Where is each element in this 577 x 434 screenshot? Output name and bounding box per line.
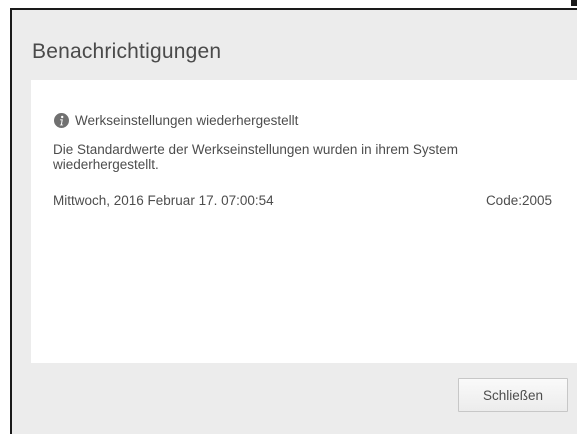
corner-mark: [571, 0, 577, 6]
notification-code: Code:2005: [485, 193, 552, 208]
notification-panel: Werkseinstellungen wiederhergestellt Die…: [31, 80, 577, 363]
notification-datetime: Mittwoch, 2016 Februar 17. 07:00:54: [53, 193, 274, 208]
dialog-title: Benachrichtigungen: [32, 40, 222, 63]
notification-heading: Werkseinstellungen wiederhergestellt: [75, 113, 299, 128]
close-button[interactable]: Schließen: [458, 378, 568, 412]
notification-header: Werkseinstellungen wiederhergestellt: [54, 113, 298, 128]
notification-message: Die Standardwerte der Werkseinstellungen…: [53, 142, 458, 172]
top-edge: [0, 0, 577, 8]
notifications-dialog: Benachrichtigungen Werkseinstellungen wi…: [10, 8, 577, 434]
info-icon: [54, 113, 69, 128]
